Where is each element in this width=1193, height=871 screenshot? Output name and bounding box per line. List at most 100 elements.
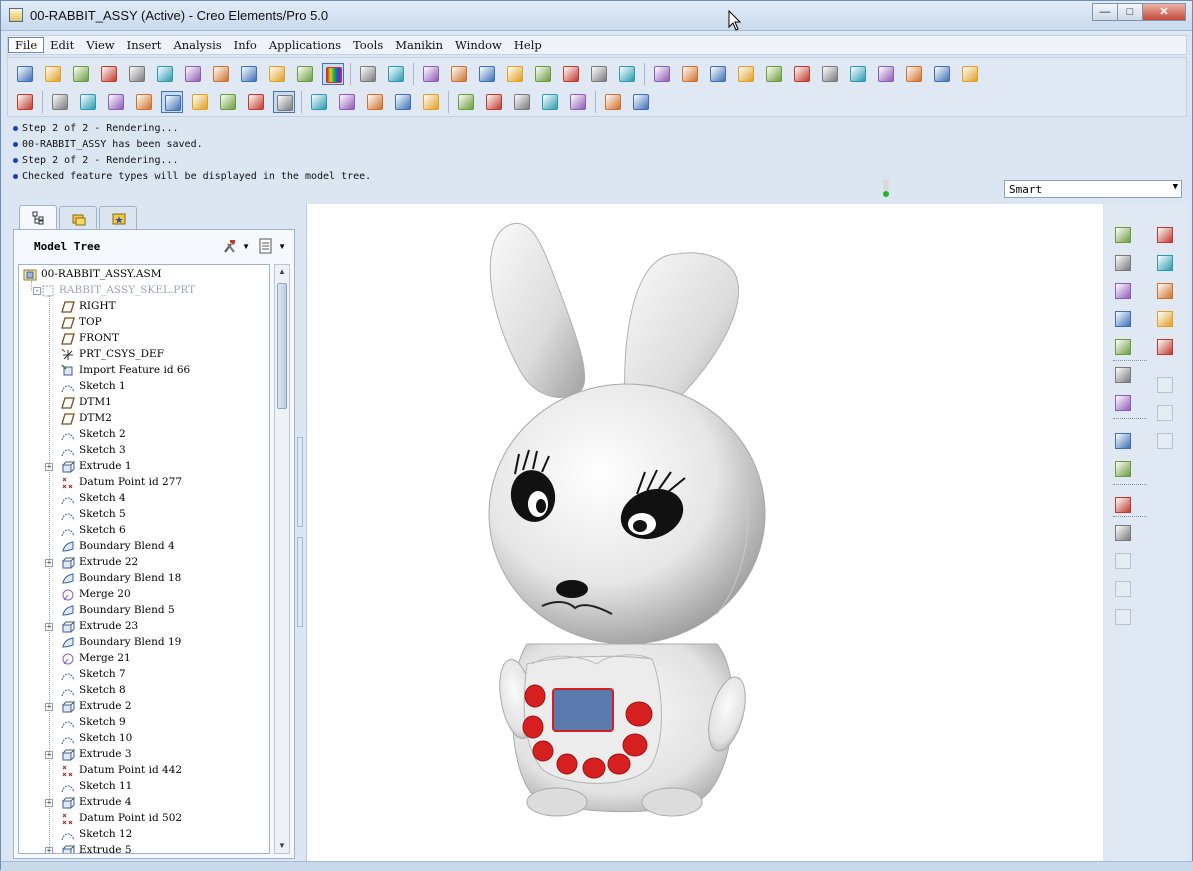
hole-button[interactable] [1154, 402, 1176, 424]
copy-button[interactable] [448, 63, 470, 85]
tree-row[interactable]: RIGHT [19, 299, 269, 315]
tree-row[interactable]: Sketch 2 [19, 427, 269, 443]
minimize-button[interactable]: — [1092, 3, 1118, 21]
paste-special-button[interactable] [504, 63, 526, 85]
tree-row[interactable]: Sketch 1 [19, 379, 269, 395]
find-button[interactable] [588, 63, 610, 85]
menu-window[interactable]: Window [449, 38, 508, 52]
tree-row[interactable]: Datum Point id 442 [19, 763, 269, 779]
chamfer-button[interactable] [1154, 430, 1176, 452]
menu-view[interactable]: View [80, 38, 120, 52]
datum-axis-tool-button[interactable] [1112, 252, 1134, 274]
tree-row[interactable]: Merge 20 [19, 587, 269, 603]
menu-edit[interactable]: Edit [44, 38, 80, 52]
tree-row[interactable]: Sketch 7 [19, 667, 269, 683]
orient-button[interactable] [679, 63, 701, 85]
tree-row[interactable]: - RABBIT_ASSY_SKEL.PRT [19, 283, 269, 299]
create-component-button[interactable] [1112, 336, 1134, 358]
display-annotations-button[interactable] [420, 91, 442, 113]
tree-row[interactable]: Sketch 3 [19, 443, 269, 459]
insert-part-button[interactable] [1154, 308, 1176, 330]
tree-row[interactable]: + Extrude 2 [19, 699, 269, 715]
edges-button[interactable] [133, 91, 155, 113]
title-bar[interactable]: 00-RABBIT_ASSY (Active) - Creo Elements/… [1, 1, 1192, 31]
display-csys-button[interactable] [392, 91, 414, 113]
expand-icon[interactable]: + [45, 847, 53, 853]
model-player-button[interactable] [567, 91, 589, 113]
undo-button[interactable] [357, 63, 379, 85]
datum-plane-tool-button[interactable] [1154, 224, 1176, 246]
repaint-button[interactable] [931, 63, 953, 85]
tree-row[interactable]: + Extrude 1 [19, 459, 269, 475]
tree-row[interactable]: + Extrude 5 [19, 843, 269, 853]
offset-button[interactable] [1112, 606, 1134, 628]
tree-row[interactable]: Sketch 5 [19, 507, 269, 523]
tree-row[interactable]: Import Feature id 66 [19, 363, 269, 379]
shaded-edges-button[interactable] [161, 91, 183, 113]
view-top-button[interactable] [245, 91, 267, 113]
tree-row[interactable]: Boundary Blend 5 [19, 603, 269, 619]
tree-row[interactable]: DTM2 [19, 411, 269, 427]
model-tree[interactable]: 00-RABBIT_ASSY.ASM - RABBIT_ASSY_SKEL.PRT R… [18, 264, 270, 854]
expand-icon[interactable]: + [45, 703, 53, 711]
saved-views-button[interactable] [791, 63, 813, 85]
tree-row[interactable]: Boundary Blend 4 [19, 539, 269, 555]
user-button[interactable] [14, 91, 36, 113]
tree-row[interactable]: Sketch 12 [19, 827, 269, 843]
analysis-tool-button[interactable] [1112, 308, 1134, 330]
tab-favorites[interactable] [99, 206, 137, 230]
csys-tool-button[interactable] [1154, 280, 1176, 302]
no-hidden-button[interactable] [77, 91, 99, 113]
tab-model-tree[interactable] [19, 205, 57, 231]
tree-row[interactable]: 00-RABBIT_ASSY.ASM [19, 267, 269, 283]
cut-button[interactable] [420, 63, 442, 85]
view-iso-button[interactable] [273, 91, 295, 113]
tree-row[interactable]: + Extrude 4 [19, 795, 269, 811]
tree-row[interactable]: FRONT [19, 331, 269, 347]
tree-row[interactable]: Sketch 4 [19, 491, 269, 507]
scroll-up-icon[interactable]: ▲ [275, 265, 289, 279]
maximize-button[interactable]: □ [1117, 3, 1143, 21]
open-recent-button[interactable] [126, 63, 148, 85]
menu-insert[interactable]: Insert [121, 38, 168, 52]
expand-icon[interactable]: + [45, 751, 53, 759]
context-help-button[interactable] [630, 91, 652, 113]
tree-settings-button[interactable]: ▼ [220, 236, 250, 256]
regeneration-status-icon[interactable] [881, 179, 891, 197]
round-button[interactable] [1112, 430, 1134, 452]
repeat-component-button[interactable] [1154, 336, 1176, 358]
menu-manikin[interactable]: Manikin [389, 38, 449, 52]
shading-button[interactable] [707, 63, 729, 85]
rib-button[interactable] [1112, 522, 1134, 544]
tree-row[interactable]: + Extrude 3 [19, 747, 269, 763]
edit-definition-button[interactable] [1112, 364, 1134, 386]
print-preview-button[interactable] [42, 63, 64, 85]
check-button[interactable] [182, 63, 204, 85]
tree-row[interactable]: Sketch 6 [19, 523, 269, 539]
view-front-button[interactable] [217, 91, 239, 113]
select-box-button[interactable] [616, 63, 638, 85]
expand-icon[interactable]: + [45, 799, 53, 807]
tree-row[interactable]: Boundary Blend 19 [19, 635, 269, 651]
scroll-down-icon[interactable]: ▼ [275, 839, 289, 853]
globe-button[interactable] [511, 91, 533, 113]
new-file-button[interactable] [70, 63, 92, 85]
selection-filter-select[interactable]: Smart ▼ [1004, 180, 1182, 198]
tree-row[interactable]: Sketch 8 [19, 683, 269, 699]
save-copy-button[interactable] [266, 63, 288, 85]
zoom-out-button[interactable] [875, 63, 897, 85]
tree-row[interactable]: PRT_CSYS_DEF [19, 347, 269, 363]
edit-button[interactable] [154, 63, 176, 85]
shell-button[interactable] [1112, 494, 1134, 516]
menu-help[interactable]: Help [508, 38, 548, 52]
check-out-button[interactable] [14, 63, 36, 85]
menu-file[interactable]: File [8, 37, 45, 53]
refit-button[interactable] [819, 63, 841, 85]
color-button[interactable] [322, 63, 344, 85]
display-axes-button[interactable] [336, 91, 358, 113]
tree-show-button[interactable]: ▼ [256, 236, 286, 256]
tree-row[interactable]: TOP [19, 315, 269, 331]
expand-icon[interactable]: + [45, 463, 53, 471]
datum-point-tool-button[interactable] [1112, 224, 1134, 246]
tree-row[interactable]: Sketch 11 [19, 779, 269, 795]
